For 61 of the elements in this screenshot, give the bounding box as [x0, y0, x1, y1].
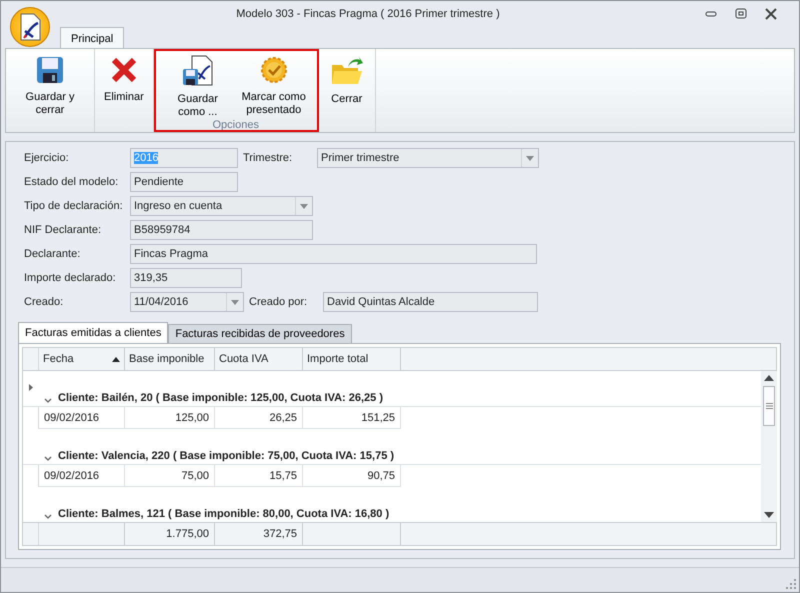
- floppy-document-icon: [182, 55, 214, 88]
- window-title: Modelo 303 - Fincas Pragma ( 2016 Primer trimestre ): [235, 8, 501, 20]
- dropdown-field[interactable]: Primer trimestre: [317, 148, 539, 168]
- ribbon-button[interactable]: Marcar como presentado: [236, 49, 312, 120]
- text-field[interactable]: Fincas Pragma: [130, 244, 537, 264]
- minimize-icon[interactable]: [705, 10, 717, 18]
- ribbon-button[interactable]: Guardar como ...: [160, 49, 236, 120]
- table-cell: 151,25: [303, 407, 401, 430]
- ribbon-button[interactable]: Cerrar: [324, 49, 369, 132]
- dropdown-field[interactable]: Ingreso en cuenta: [130, 196, 313, 216]
- vertical-scrollbar[interactable]: [761, 371, 777, 522]
- text-field[interactable]: Pendiente: [130, 172, 238, 192]
- tab[interactable]: Facturas emitidas a clientes: [18, 322, 168, 344]
- field-label: Ejercicio:: [24, 152, 70, 164]
- text-field[interactable]: 319,35: [130, 268, 242, 288]
- table-cell: 75,00: [125, 465, 215, 488]
- field-label: NIF Declarante:: [24, 224, 102, 236]
- chevron-icon[interactable]: [44, 398, 52, 404]
- table-cell: 09/02/2016: [39, 465, 125, 488]
- close-icon[interactable]: [765, 8, 777, 20]
- field-label: Estado del modelo:: [24, 176, 120, 188]
- scroll-down-icon[interactable]: [764, 512, 774, 518]
- column-header[interactable]: Cuota IVA: [215, 348, 303, 370]
- resize-grip-icon: [786, 579, 796, 589]
- field-label: Importe declarado:: [24, 272, 117, 284]
- dropdown-arrow-icon[interactable]: [231, 300, 239, 305]
- text-field[interactable]: David Quintas Alcalde: [323, 292, 538, 312]
- seal-check-icon: [258, 55, 289, 86]
- field-label: Creado por:: [249, 296, 308, 308]
- field-label: Tipo de declaración:: [24, 200, 124, 212]
- column-header[interactable]: Fecha: [39, 348, 125, 370]
- tab[interactable]: Facturas recibidas de proveedores: [168, 324, 352, 344]
- table-cell: 26,25: [215, 407, 303, 430]
- text-field[interactable]: B58959784: [130, 220, 313, 240]
- ribbon-tab[interactable]: Principal: [60, 27, 124, 50]
- column-header[interactable]: Importe total: [303, 348, 401, 370]
- chevron-icon[interactable]: [44, 514, 52, 520]
- group-row-label[interactable]: Cliente: Valencia, 220 ( Base imponible: 75,00, Cuota IVA: 15,75 ): [58, 450, 394, 462]
- chevron-icon[interactable]: [44, 456, 52, 462]
- dropdown-arrow-icon[interactable]: [526, 156, 534, 161]
- ribbon-button[interactable]: Guardar y cerrar: [12, 49, 88, 132]
- group-row-label[interactable]: Cliente: Bailén, 20 ( Base imponible: 125,00, Cuota IVA: 26,25 ): [58, 392, 384, 404]
- field-label: Declarante:: [24, 248, 82, 260]
- field-label: Trimestre:: [243, 152, 294, 164]
- maximize-icon[interactable]: [735, 8, 747, 20]
- dropdown-arrow-icon[interactable]: [300, 204, 308, 209]
- dropdown-field[interactable]: 11/04/2016: [130, 292, 244, 312]
- group-row-label[interactable]: Cliente: Balmes, 121 ( Base imponible: 80,00, Cuota IVA: 16,80 ): [58, 508, 390, 520]
- scroll-thumb[interactable]: [763, 386, 775, 426]
- table-cell: 90,75: [303, 465, 401, 488]
- scroll-up-icon[interactable]: [764, 375, 774, 382]
- table-cell: 15,75: [215, 465, 303, 488]
- table-cell: 125,00: [125, 407, 215, 430]
- total-cell: 372,75: [215, 523, 303, 546]
- column-header[interactable]: Base imponible: [125, 348, 215, 370]
- ribbon-button[interactable]: Eliminar: [101, 49, 147, 132]
- field-label: Creado:: [24, 296, 64, 308]
- table-cell: 09/02/2016: [39, 407, 125, 430]
- ribbon-group-label: Opciones: [211, 119, 260, 132]
- app-logo-icon[interactable]: [10, 7, 50, 47]
- total-cell: 1.775,00: [125, 523, 215, 546]
